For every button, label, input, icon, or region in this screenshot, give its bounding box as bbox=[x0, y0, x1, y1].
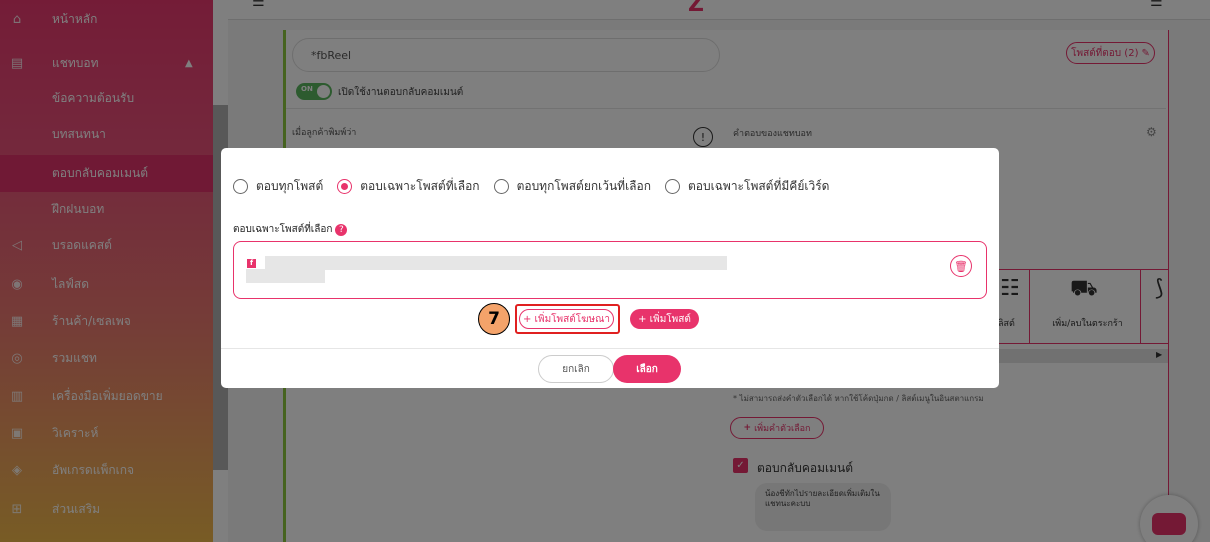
help-icon[interactable]: ? bbox=[335, 223, 348, 236]
radio-all-posts[interactable]: ตอบทุกโพสต์ bbox=[233, 177, 323, 196]
radio-label: ตอบเฉพาะโพสต์ที่มีคีย์เวิร์ด bbox=[688, 179, 830, 193]
facebook-icon: f bbox=[247, 259, 256, 268]
radio-circle-checked bbox=[337, 179, 353, 194]
step-badge: 7 bbox=[478, 303, 510, 335]
selected-post-item: f 🗑 bbox=[233, 241, 987, 299]
section-label-text: ตอบเฉพาะโพสต์ที่เลือก bbox=[233, 224, 333, 235]
reply-mode-radio-group: ตอบทุกโพสต์ ตอบเฉพาะโพสต์ที่เลือก ตอบทุก… bbox=[233, 177, 843, 196]
trash-icon: 🗑 bbox=[954, 259, 968, 273]
add-post-button[interactable]: + เพิ่มโพสต์ bbox=[630, 309, 699, 329]
radio-circle bbox=[233, 179, 248, 194]
cancel-button[interactable]: ยกเลิก bbox=[538, 355, 614, 383]
add-ad-post-button[interactable]: + เพิ่มโพสต์โฆษณา bbox=[519, 309, 614, 329]
radio-label: ตอบทุกโพสต์ยกเว้นที่เลือก bbox=[516, 179, 652, 193]
radio-circle bbox=[493, 179, 509, 194]
radio-selected-posts[interactable]: ตอบเฉพาะโพสต์ที่เลือก bbox=[337, 177, 480, 196]
radio-circle bbox=[665, 179, 681, 194]
delete-post-button[interactable]: 🗑 bbox=[950, 255, 972, 277]
radio-label: ตอบเฉพาะโพสต์ที่เลือก bbox=[360, 179, 480, 193]
post-title-redacted bbox=[265, 256, 727, 270]
radio-all-except-selected[interactable]: ตอบทุกโพสต์ยกเว้นที่เลือก bbox=[493, 177, 652, 196]
radio-keyword-posts[interactable]: ตอบเฉพาะโพสต์ที่มีคีย์เวิร์ด bbox=[665, 177, 829, 196]
select-button[interactable]: เลือก bbox=[613, 355, 681, 383]
section-label: ตอบเฉพาะโพสต์ที่เลือก ? bbox=[233, 222, 348, 237]
radio-label: ตอบทุกโพสต์ bbox=[256, 179, 324, 193]
post-subtitle-redacted bbox=[246, 269, 325, 283]
modal-divider bbox=[221, 348, 999, 349]
post-select-modal: ตอบทุกโพสต์ ตอบเฉพาะโพสต์ที่เลือก ตอบทุก… bbox=[221, 148, 999, 388]
